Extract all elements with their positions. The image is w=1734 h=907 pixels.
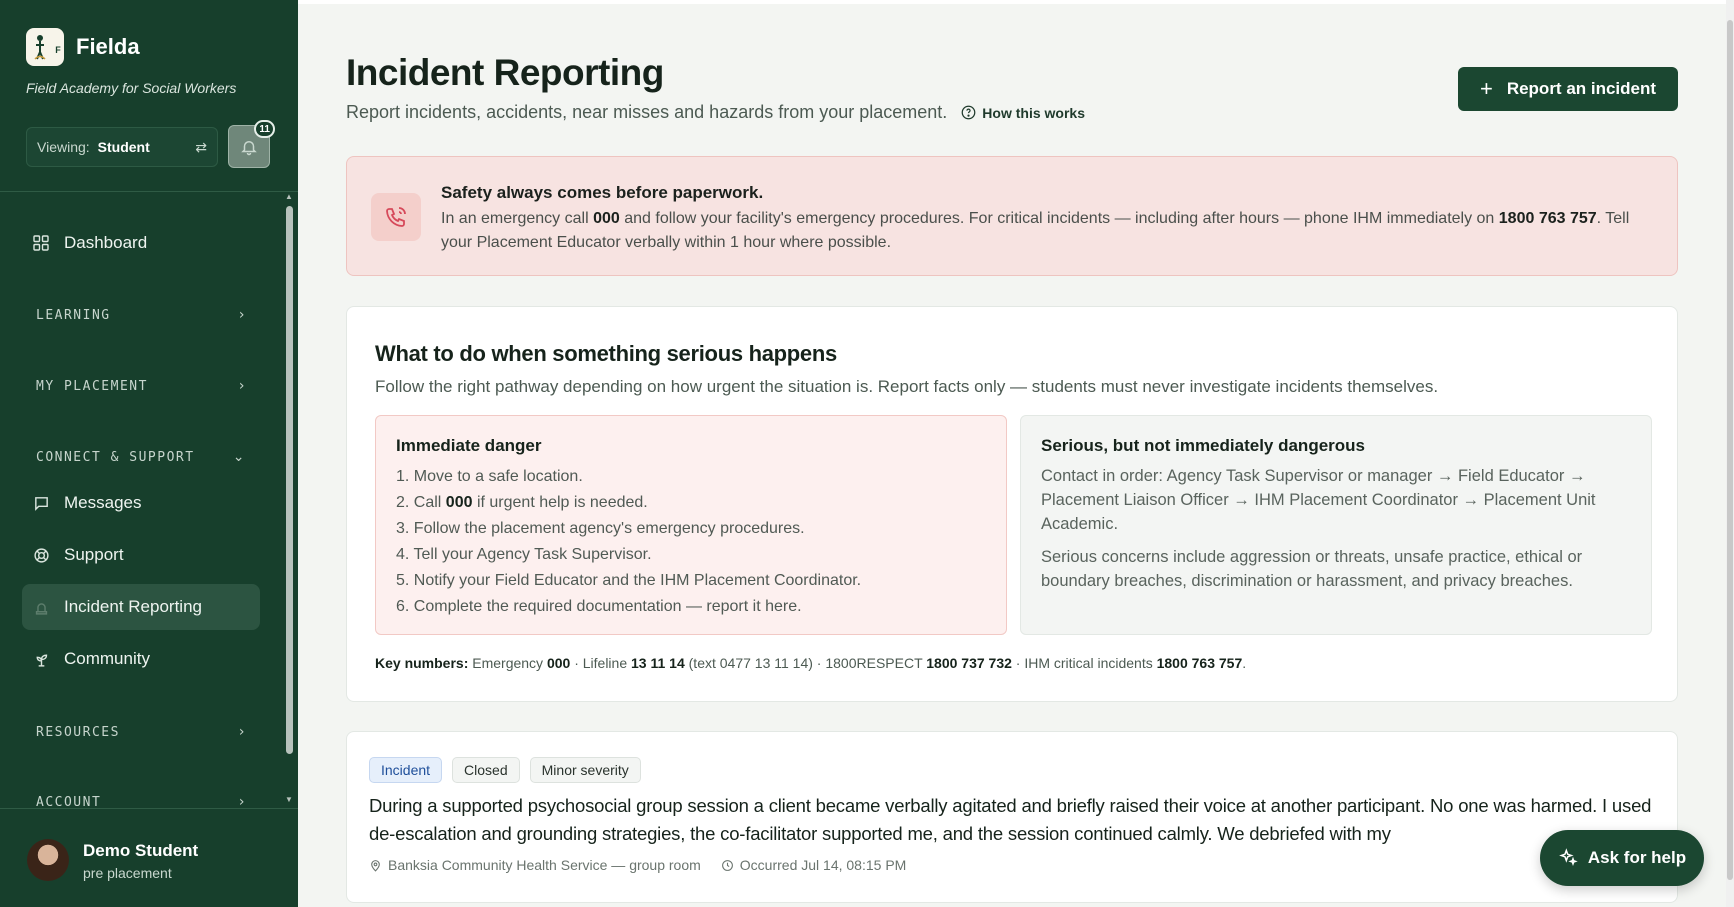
page-title: Incident Reporting — [346, 52, 664, 93]
list-item: 1. Move to a safe location. — [396, 468, 583, 485]
list-item: 6. Complete the required documentation —… — [396, 598, 802, 615]
list-item: 3. Follow the placement agency's emergen… — [396, 520, 805, 537]
sparkle-icon — [1559, 848, 1578, 867]
sidebar: F Fielda Field Academy for Social Worker… — [0, 0, 298, 907]
danger-steps: 1. Move to a safe location. 2. Call 000 … — [396, 464, 986, 620]
chevron-right-icon: › — [238, 378, 246, 394]
user-profile[interactable]: Demo Student pre placement — [0, 808, 298, 907]
help-circle-icon — [961, 105, 976, 120]
serious-not-dangerous-box: Serious, but not immediately dangerous C… — [1020, 415, 1652, 635]
incident-tags: Incident Closed Minor severity — [369, 757, 641, 783]
sidebar-item-support[interactable]: Support — [22, 532, 260, 578]
notification-count-badge: 11 — [254, 120, 275, 138]
siren-icon — [32, 598, 50, 616]
main-content: Incident Reporting Report incidents, acc… — [298, 0, 1734, 907]
page-scrollbar[interactable] — [1726, 0, 1734, 907]
guide-subtitle: Follow the right pathway depending on ho… — [375, 377, 1439, 396]
list-item: 2. Call 000 if urgent help is needed. — [396, 494, 648, 511]
serious-title: Serious, but not immediately dangerous — [1041, 436, 1365, 455]
safety-alert: Safety always comes before paperwork. In… — [346, 156, 1678, 276]
top-border — [298, 0, 1734, 4]
chevron-right-icon: › — [238, 307, 246, 323]
page-subtitle: Report incidents, accidents, near misses… — [346, 102, 1085, 122]
sprout-icon — [32, 650, 50, 668]
scroll-up-arrow-icon[interactable]: ▲ — [285, 192, 293, 201]
fielda-logo-icon: F — [26, 28, 64, 66]
viewing-value: Student — [97, 139, 150, 155]
plus-icon: + — [1479, 76, 1493, 101]
user-name: Demo Student — [83, 841, 199, 860]
incident-location: Banksia Community Health Service — group… — [369, 857, 701, 873]
sidebar-item-community[interactable]: Community — [22, 636, 260, 682]
sidebar-item-incident-reporting[interactable]: Incident Reporting — [22, 584, 260, 630]
incident-card[interactable]: Incident Closed Minor severity During a … — [346, 731, 1678, 903]
status-badge: Closed — [452, 757, 520, 783]
how-this-works-link[interactable]: How this works — [961, 105, 1085, 121]
sidebar-section-learning[interactable]: LEARNING › — [36, 307, 246, 323]
map-pin-icon — [371, 859, 380, 872]
sidebar-item-label: Dashboard — [64, 233, 148, 252]
viewing-label: Viewing: — [37, 139, 90, 155]
swap-icon: ⇄ — [195, 138, 207, 155]
avatar — [27, 839, 69, 881]
serious-guide-card: What to do when something serious happen… — [346, 306, 1678, 702]
user-role: pre placement — [83, 865, 172, 881]
sidebar-scrollbar[interactable]: ▲ ▼ — [283, 192, 295, 807]
sidebar-item-label: Incident Reporting — [64, 597, 202, 616]
ask-for-help-button[interactable]: Ask for help — [1540, 830, 1704, 886]
serious-concerns: Serious concerns include aggression or t… — [1041, 548, 1583, 590]
alert-title: Safety always comes before paperwork. — [441, 183, 764, 202]
sidebar-item-label: Messages — [64, 493, 142, 512]
bell-icon — [241, 140, 257, 155]
danger-title: Immediate danger — [396, 436, 542, 455]
chevron-right-icon: › — [238, 724, 246, 740]
lifebuoy-icon — [32, 546, 50, 564]
report-incident-button[interactable]: + Report an incident — [1458, 67, 1678, 111]
chevron-down-icon: ⌄ — [232, 449, 246, 465]
grid-icon — [32, 234, 50, 252]
page-scroll-thumb[interactable] — [1727, 20, 1733, 880]
serious-contact-order: Contact in order: Agency Task Supervisor… — [1041, 467, 1596, 533]
list-item: 4. Tell your Agency Task Supervisor. — [396, 546, 652, 563]
incident-type-badge: Incident — [369, 757, 443, 783]
alert-text: In an emergency call 000 and follow your… — [441, 210, 1630, 251]
notifications-button[interactable]: 11 — [228, 120, 275, 168]
immediate-danger-box: Immediate danger 1. Move to a safe locat… — [375, 415, 1007, 635]
severity-badge: Minor severity — [529, 757, 641, 783]
sidebar-item-messages[interactable]: Messages — [22, 480, 260, 526]
sidebar-item-dashboard[interactable]: Dashboard — [22, 220, 260, 266]
message-icon — [32, 494, 50, 512]
incident-description: During a supported psychosocial group se… — [369, 795, 1652, 844]
sidebar-divider — [0, 191, 298, 192]
sidebar-section-my-placement[interactable]: MY PLACEMENT › — [36, 378, 246, 394]
brand-tagline: Field Academy for Social Workers — [26, 80, 237, 96]
guide-title: What to do when something serious happen… — [375, 341, 837, 366]
list-item: 5. Notify your Field Educator and the IH… — [396, 572, 862, 589]
sidebar-scroll-thumb[interactable] — [286, 206, 293, 754]
scroll-down-arrow-icon[interactable]: ▼ — [285, 795, 293, 804]
viewing-role-switch[interactable]: Viewing: Student ⇄ — [26, 127, 218, 167]
key-numbers: Key numbers: Emergency 000 · Lifeline 13… — [375, 655, 1247, 671]
sidebar-item-label: Community — [64, 649, 150, 668]
sidebar-section-resources[interactable]: RESOURCES › — [36, 724, 246, 740]
clock-icon — [721, 859, 733, 871]
sidebar-item-label: Support — [64, 545, 124, 564]
phone-icon — [371, 193, 421, 241]
incident-meta: Banksia Community Health Service — group… — [369, 857, 906, 873]
incident-occurred: Occurred Jul 14, 08:15 PM — [721, 857, 906, 873]
brand[interactable]: F Fielda — [26, 28, 140, 66]
sidebar-section-connect-support[interactable]: CONNECT & SUPPORT ⌄ — [36, 449, 246, 465]
brand-name: Fielda — [76, 34, 140, 59]
